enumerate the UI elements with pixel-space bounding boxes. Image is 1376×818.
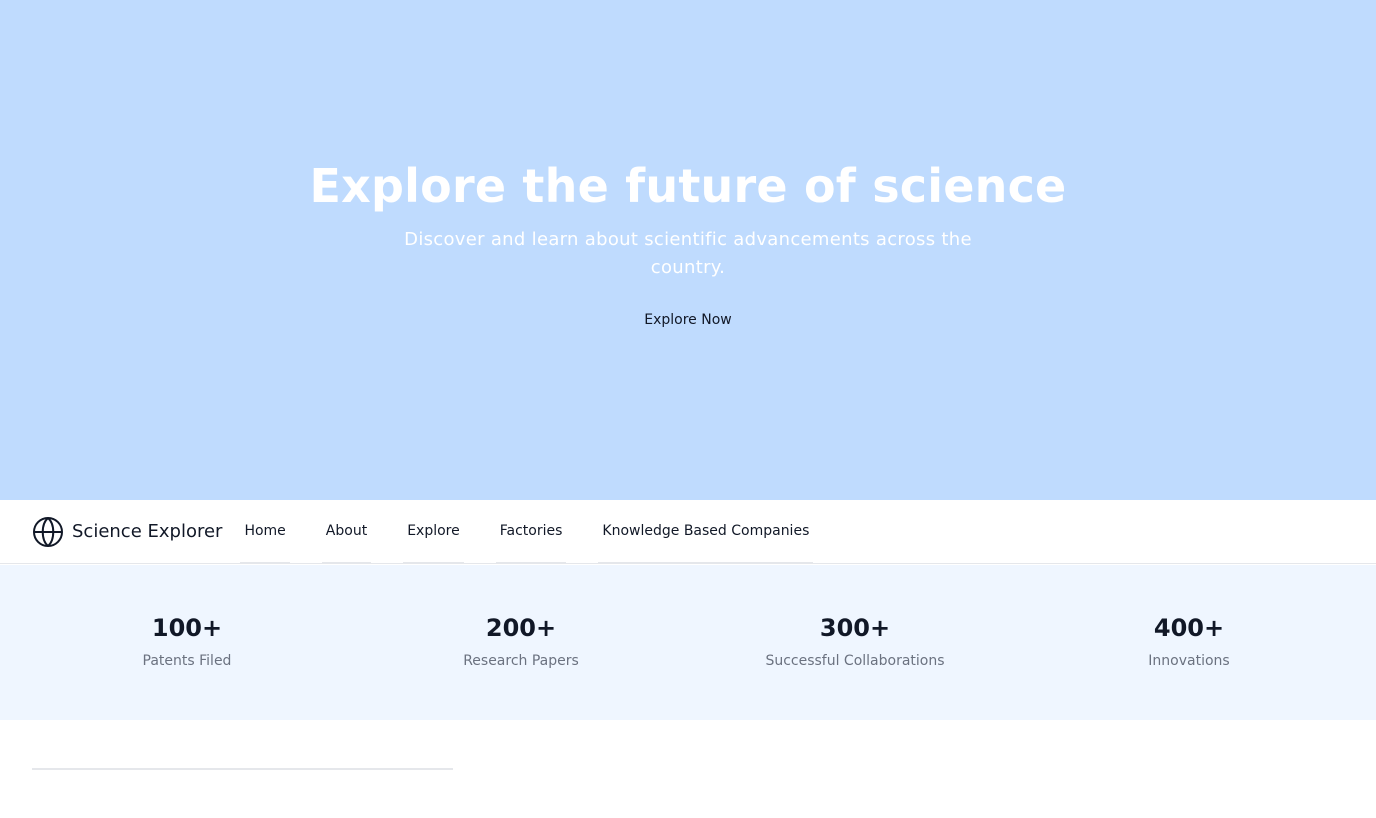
stat-value: 200+	[485, 614, 557, 642]
hero-section: Explore the future of science Discover a…	[0, 0, 1376, 500]
stat-label: Successful Collaborations	[765, 653, 945, 669]
stat-innovations: 400+ Innovations	[1022, 565, 1356, 720]
stat-label: Patents Filed	[142, 653, 232, 669]
stat-value: 400+	[1153, 614, 1225, 642]
globe-icon	[33, 516, 63, 547]
nav-item-home[interactable]: Home	[240, 500, 290, 564]
nav-list: Home About Explore Factories Knowledge B…	[240, 500, 845, 564]
brand[interactable]: Science Explorer	[32, 500, 222, 564]
nav-item-factories[interactable]: Factories	[495, 500, 567, 564]
stat-value: 300+	[819, 614, 891, 642]
navbar: Science Explorer Home About Explore Fact…	[0, 500, 1376, 564]
content-divider	[32, 768, 453, 770]
stat-label: Innovations	[1148, 653, 1230, 669]
stat-research-papers: 200+ Research Papers	[354, 565, 688, 720]
nav-item-explore[interactable]: Explore	[403, 500, 464, 564]
stat-collaborations: 300+ Successful Collaborations	[688, 565, 1022, 720]
nav-item-knowledge-based-companies[interactable]: Knowledge Based Companies	[598, 500, 814, 564]
brand-name: Science Explorer	[72, 521, 223, 542]
stat-value: 100+	[151, 614, 223, 642]
stat-patents: 100+ Patents Filed	[20, 565, 354, 720]
hero-title: Explore the future of science	[309, 159, 1067, 213]
nav-item-about[interactable]: About	[321, 500, 372, 564]
content-section	[0, 720, 1376, 818]
explore-now-button[interactable]: Explore Now	[636, 308, 739, 332]
stats-section: 100+ Patents Filed 200+ Research Papers …	[0, 565, 1376, 720]
stat-label: Research Papers	[463, 653, 579, 669]
hero-subtitle: Discover and learn about scientific adva…	[404, 229, 972, 278]
